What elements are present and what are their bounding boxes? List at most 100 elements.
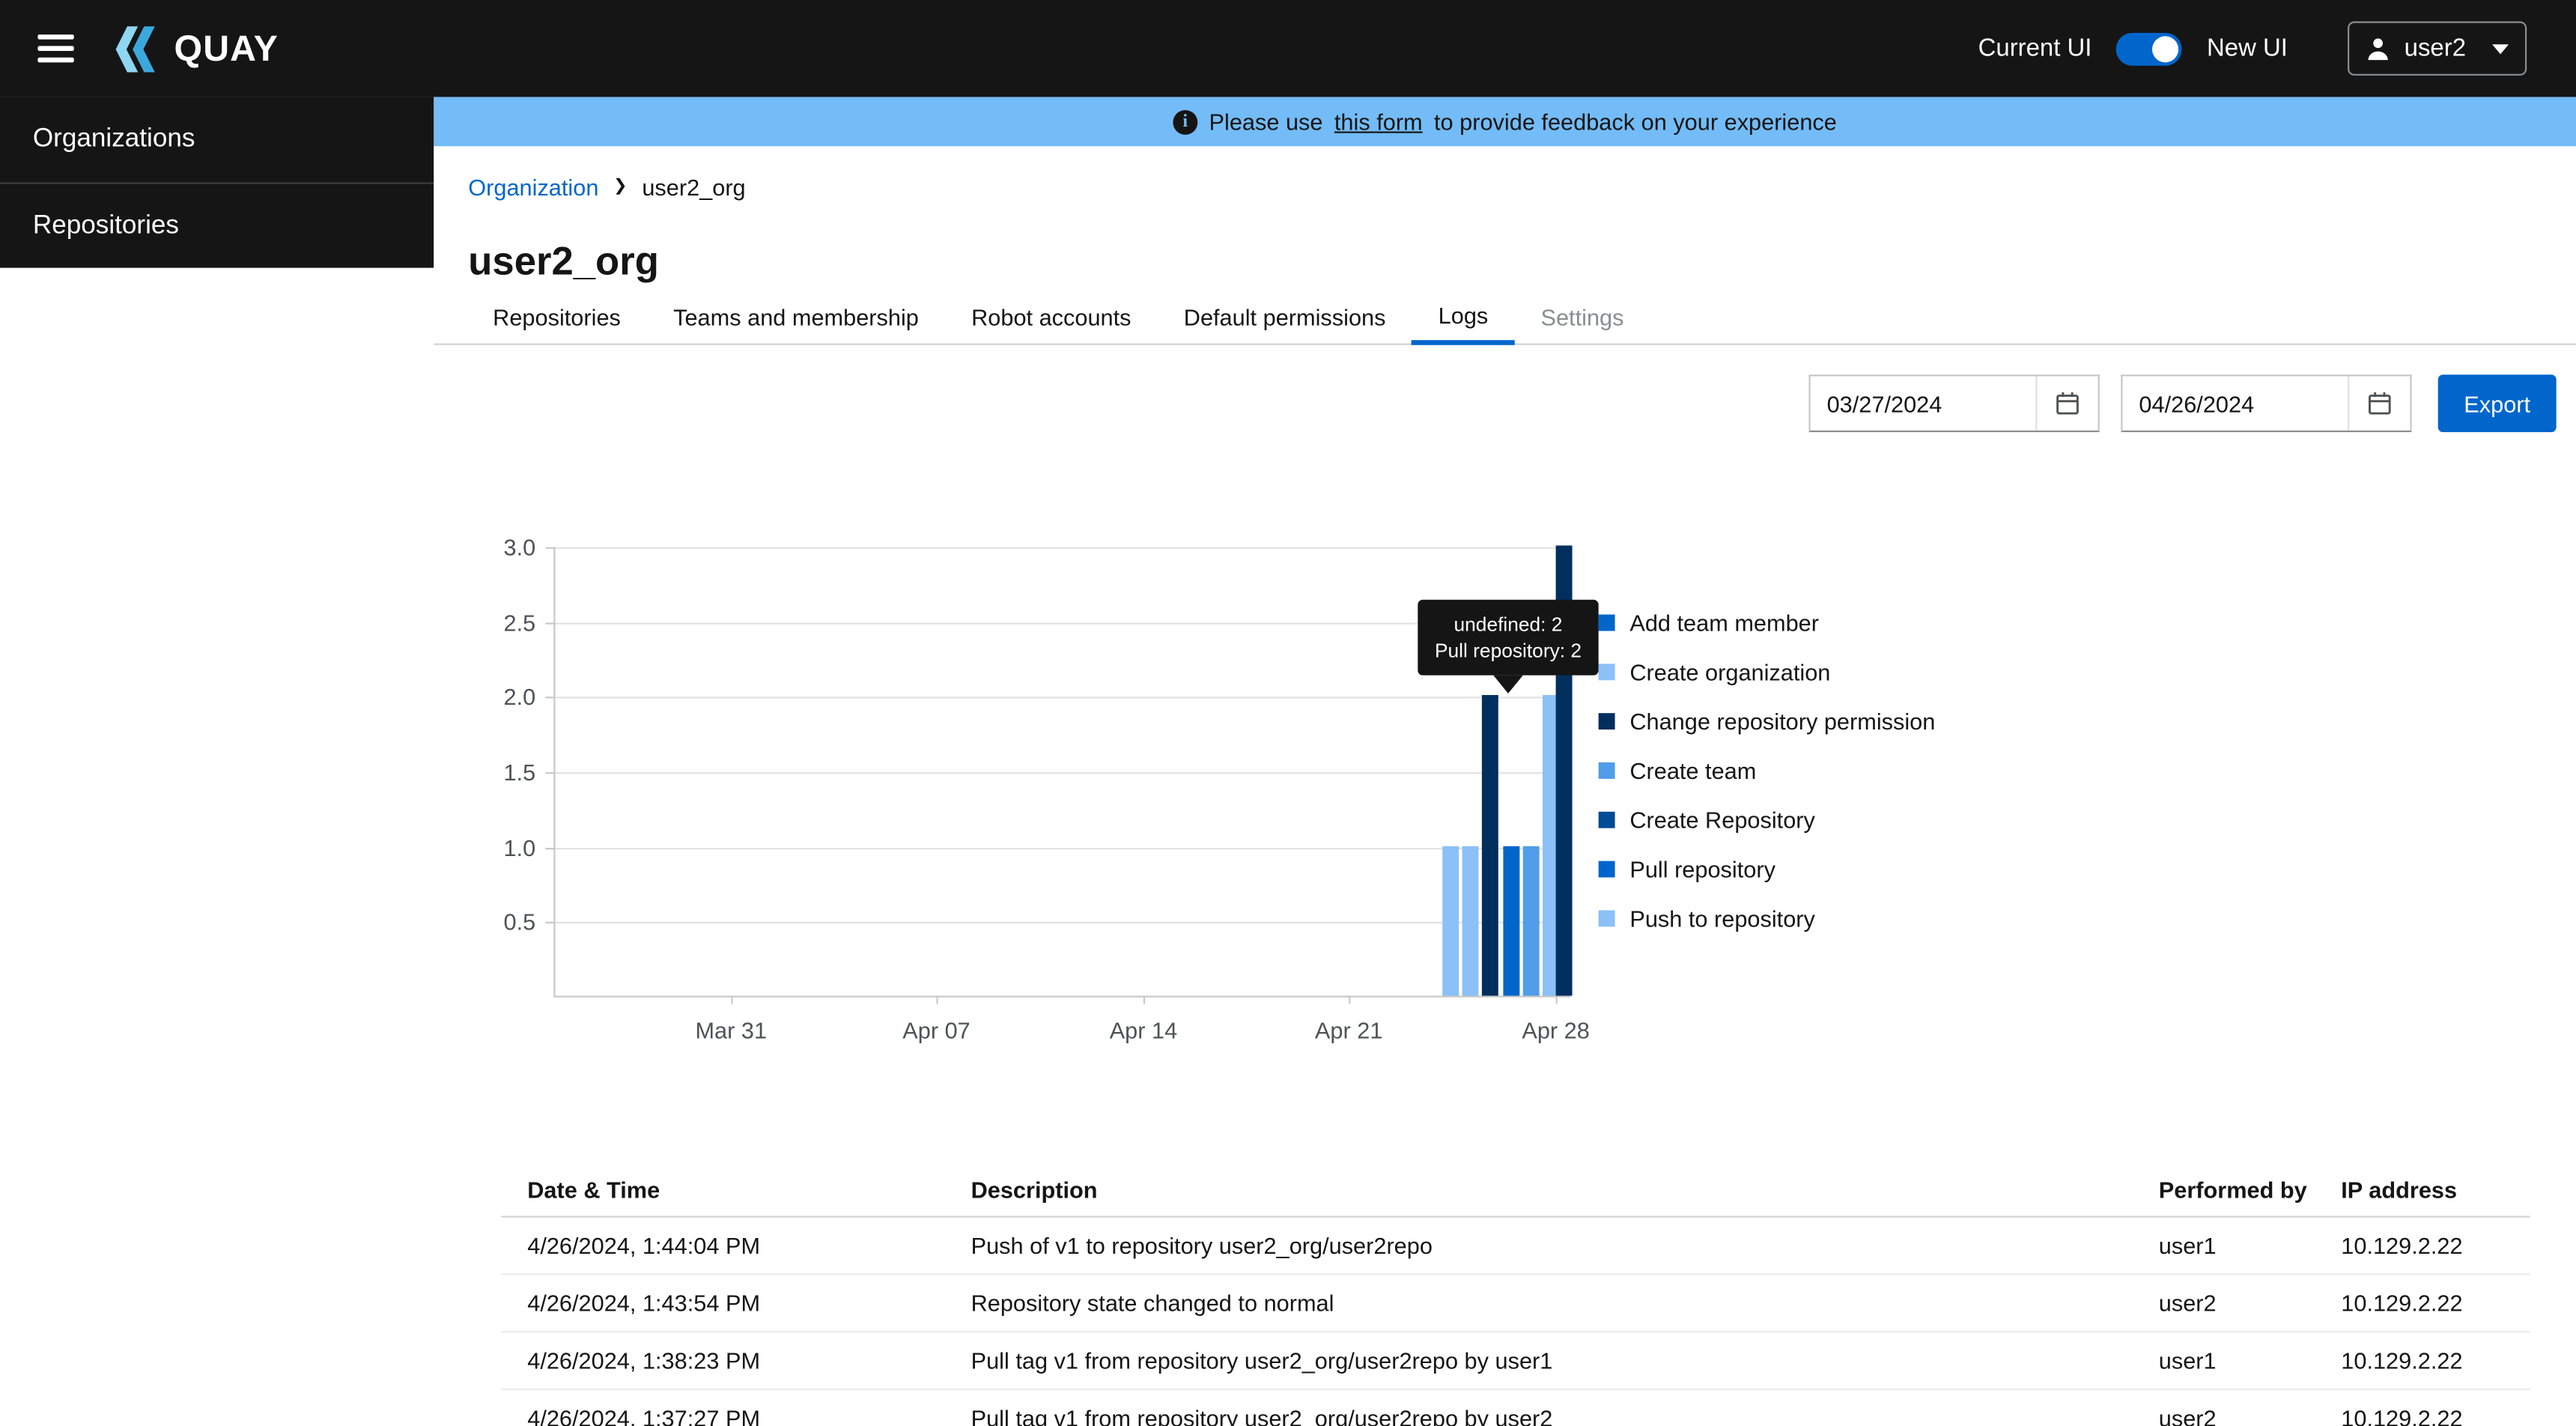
x-axis-tick (1555, 995, 1558, 1004)
chart-bar[interactable] (1481, 695, 1498, 996)
column-header-performed-by: Performed by (2132, 1163, 2315, 1218)
breadcrumb: Organization ❯ user2_org (468, 175, 745, 201)
tab-repositories[interactable]: Repositories (467, 289, 647, 345)
breadcrumb-item-organization[interactable]: Organization (468, 175, 598, 201)
brand[interactable]: QUAY (113, 25, 279, 72)
table-cell: user2 (2132, 1274, 2315, 1333)
current-ui-label: Current UI (1978, 34, 2092, 63)
chevron-down-icon (2492, 43, 2509, 54)
chart-gridline (555, 772, 1571, 774)
x-axis-tick-label: Apr 07 (902, 1017, 970, 1044)
legend-label: Pull repository (1629, 856, 1775, 883)
user-icon (2366, 36, 2391, 61)
end-date-picker (2121, 374, 2412, 432)
hamburger-menu-icon[interactable] (31, 28, 81, 69)
tab-logs[interactable]: Logs (1412, 289, 1515, 345)
x-axis-tick (1143, 995, 1146, 1004)
y-axis-tick (545, 921, 556, 923)
tooltip-line: undefined: 2 (1453, 613, 1563, 637)
start-date-picker (1808, 374, 2100, 432)
user-menu-label: user2 (2404, 34, 2467, 63)
legend-swatch-icon (1598, 713, 1615, 730)
table-cell: 10.129.2.22 (2315, 1389, 2530, 1426)
tab-robot-accounts[interactable]: Robot accounts (945, 289, 1158, 345)
start-date-calendar-icon[interactable] (2035, 376, 2097, 431)
y-axis-tick (545, 547, 556, 549)
quay-logo-icon (113, 25, 162, 72)
x-axis-tick (1349, 995, 1351, 1004)
legend-item-create-repository: Create Repository (1598, 795, 1936, 845)
export-button[interactable]: Export (2437, 374, 2557, 432)
end-date-calendar-icon[interactable] (2348, 376, 2410, 431)
chart-bar[interactable] (1442, 846, 1459, 996)
table-cell: 4/26/2024, 1:38:23 PM (501, 1332, 945, 1391)
masthead-toolbar: Current UI New UI user2 (1978, 21, 2527, 76)
y-axis-tick (545, 772, 556, 774)
screen: QUAY Current UI New UI user2 Organizatio… (0, 0, 2576, 1426)
masthead: QUAY Current UI New UI user2 (0, 0, 2576, 97)
chart-bar[interactable] (1462, 846, 1479, 996)
table-row: 4/26/2024, 1:43:54 PM Repository state ch… (501, 1274, 2530, 1333)
chart-bar[interactable] (1522, 846, 1540, 996)
table-cell: user1 (2132, 1216, 2315, 1275)
table-cell: 10.129.2.22 (2315, 1332, 2530, 1391)
chart-gridline (555, 547, 1571, 549)
tabs: Repositories Teams and membership Robot ac… (467, 289, 1650, 345)
legend-label: Add team member (1629, 609, 1820, 637)
legend-label: Create team (1629, 757, 1757, 784)
new-ui-label: New UI (2206, 34, 2288, 63)
chart-tooltip: undefined: 2 Pull repository: 2 (1418, 599, 1599, 694)
column-header-description: Description (944, 1163, 2133, 1218)
table-cell: user2 (2132, 1389, 2315, 1426)
table-cell: 4/26/2024, 1:37:27 PM (501, 1389, 945, 1426)
x-axis-tick-label: Apr 21 (1314, 1017, 1383, 1044)
chart-legend: Add team member Create organization Change… (1598, 598, 1936, 944)
ui-version-toggle[interactable] (2116, 31, 2183, 65)
y-axis-tick-label: 1.5 (503, 759, 536, 786)
legend-label: Push to repository (1629, 905, 1815, 932)
chart-bar[interactable] (1503, 846, 1520, 996)
start-date-input[interactable] (1810, 376, 2036, 431)
legend-label: Create Repository (1629, 807, 1815, 834)
breadcrumb-separator-icon: ❯ (613, 177, 628, 196)
logs-table: Date & Time Description Performed by IP add… (501, 1163, 2530, 1426)
table-cell: Pull tag v1 from repository user2_org/us… (944, 1389, 2133, 1426)
legend-item-pull-repository: Pull repository (1598, 845, 1936, 894)
tab-default-permissions[interactable]: Default permissions (1158, 289, 1412, 345)
legend-label: Change repository permission (1629, 708, 1936, 735)
sidebar-item-organizations[interactable]: Organizations (0, 97, 434, 182)
legend-item-add-team-member: Add team member (1598, 598, 1936, 648)
table-header-row: Date & Time Description Performed by IP add… (501, 1163, 2530, 1218)
chart-gridline (555, 848, 1571, 850)
x-axis-tick-label: Apr 28 (1522, 1017, 1590, 1044)
legend-swatch-icon (1598, 861, 1615, 878)
y-axis-tick (545, 848, 556, 850)
y-axis-tick-label: 2.0 (503, 683, 536, 710)
column-header-ip-address: IP address (2315, 1163, 2530, 1218)
table-cell: 10.129.2.22 (2315, 1274, 2530, 1333)
sidebar-item-repositories[interactable]: Repositories (0, 182, 434, 268)
y-axis-tick-label: 0.5 (503, 908, 536, 935)
chart-gridline (555, 921, 1571, 923)
legend-label: Create organization (1629, 658, 1831, 685)
end-date-input[interactable] (2122, 376, 2348, 431)
table-cell: user1 (2132, 1332, 2315, 1391)
x-axis-tick (936, 995, 938, 1004)
table-cell: 10.129.2.22 (2315, 1216, 2530, 1275)
y-axis-tick-label: 3.0 (503, 534, 536, 561)
y-axis-tick (545, 622, 556, 625)
x-axis-tick (731, 995, 733, 1004)
user-menu-button[interactable]: user2 (2348, 21, 2527, 76)
table-row: 4/26/2024, 1:44:04 PM Push of v1 to repos… (501, 1216, 2530, 1275)
breadcrumb-item-user2_org: user2_org (642, 174, 746, 201)
legend-swatch-icon (1598, 762, 1615, 779)
table-cell: 4/26/2024, 1:43:54 PM (501, 1274, 945, 1333)
x-axis-tick-label: Apr 14 (1109, 1017, 1178, 1044)
tooltip-line: Pull repository: 2 (1434, 639, 1582, 663)
y-axis-tick-label: 1.0 (503, 834, 536, 861)
legend-item-change-repository-permission: Change repository permission (1598, 697, 1936, 746)
table-row: 4/26/2024, 1:38:23 PM Pull tag v1 from re… (501, 1332, 2530, 1391)
tab-settings[interactable]: Settings (1514, 289, 1650, 345)
tab-teams-and-membership[interactable]: Teams and membership (647, 289, 945, 345)
table-cell: Pull tag v1 from repository user2_org/us… (944, 1332, 2133, 1391)
